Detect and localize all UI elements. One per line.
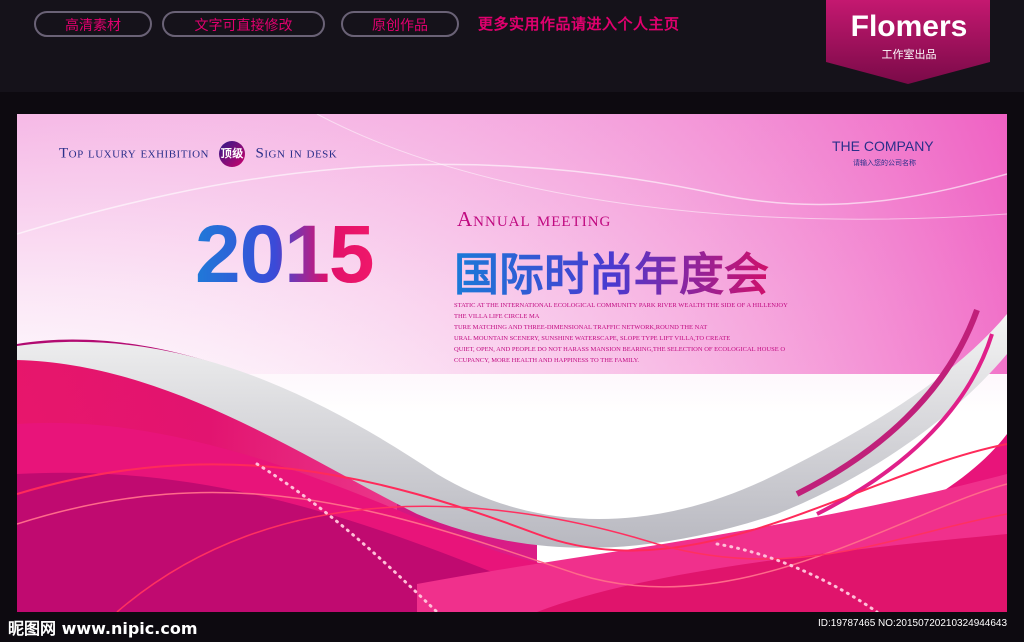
year-heading: 2015 — [195, 209, 374, 300]
tagline-right: Sign in desk — [255, 145, 338, 162]
description-line: THE VILLA LIFE CIRCLE MA — [454, 313, 540, 320]
brand-subtitle: 工作室出品 — [881, 48, 937, 61]
site-watermark: 昵图网 www.nipic.com — [8, 619, 198, 638]
tagline-left: Top luxury exhibition — [59, 145, 209, 162]
original-work-tag: 原创作品 — [341, 11, 459, 37]
description-line: TURE MATCHING AND THREE-DIMENSIONAL TRAF… — [454, 324, 708, 331]
image-id-label: ID:19787465 NO:20150720210324944643 — [818, 618, 1008, 629]
tagline: Top luxury exhibition 顶级 Sign in desk — [59, 141, 337, 167]
description-line: QUIET, OPEN, AND PEOPLE DO NOT HARASS MA… — [454, 346, 786, 353]
poster-canvas: Top luxury exhibition 顶级 Sign in desk TH… — [17, 114, 1007, 612]
event-title: 国际时尚年度会 — [454, 238, 769, 303]
description-line: STATIC AT THE INTERNATIONAL ECOLOGICAL C… — [454, 302, 788, 309]
top-banner: 高清素材 文字可直接修改 原创作品 更多实用作品请进入个人主页 Flomers … — [0, 0, 1024, 92]
description-text: STATIC AT THE INTERNATIONAL ECOLOGICAL C… — [454, 300, 854, 366]
editable-text-tag: 文字可直接修改 — [162, 11, 325, 37]
homepage-promo-link[interactable]: 更多实用作品请进入个人主页 — [478, 13, 680, 34]
hd-material-tag: 高清素材 — [34, 11, 152, 37]
annual-meeting-label: Annual meeting — [457, 207, 612, 231]
company-subtitle: 请输入您的公司名称 — [853, 159, 916, 167]
company-name: THE COMPANY — [832, 138, 934, 154]
description-line: URAL MOUNTAIN SCENERY, SUNSHINE WATERSCA… — [454, 335, 731, 342]
brand-name: Flomers — [850, 10, 968, 43]
description-line: CCUPANCY, MORE HEALTH AND HAPPINESS TO T… — [454, 357, 640, 364]
top-badge-icon: 顶级 — [219, 141, 246, 167]
